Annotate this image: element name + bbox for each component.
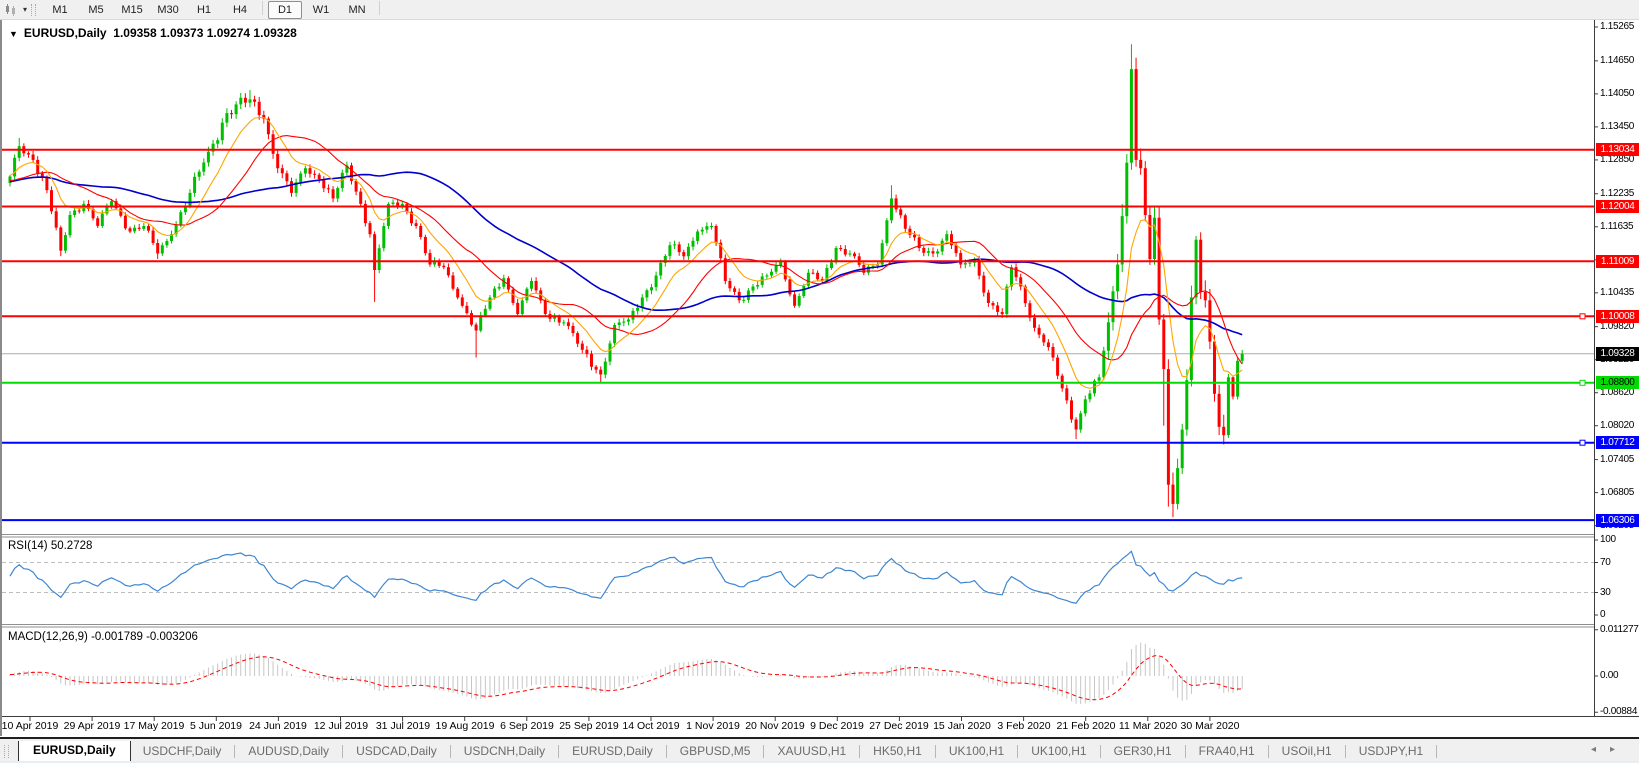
ma-fast-line <box>10 118 1242 389</box>
tab-separator <box>1345 745 1346 758</box>
tab-separator <box>234 745 235 758</box>
tab-separator <box>1268 745 1269 758</box>
timeframe-button-h1[interactable]: H1 <box>187 1 221 19</box>
tab-scroll-right-icon[interactable]: ▸ <box>1610 744 1629 755</box>
timeframe-button-m5[interactable]: M5 <box>79 1 113 19</box>
timeframe-button-m30[interactable]: M30 <box>151 1 185 19</box>
tab-separator <box>1185 745 1186 758</box>
macd-pane <box>10 643 1242 705</box>
timeframe-button-m1[interactable]: M1 <box>43 1 77 19</box>
chart-tabs-bar[interactable]: EURUSD,DailyUSDCHF,DailyAUDUSD,DailyUSDC… <box>0 737 1639 763</box>
tab-separator <box>935 745 936 758</box>
tab-usdcad-daily[interactable]: USDCAD,Daily <box>344 742 449 761</box>
tab-separator <box>859 745 860 758</box>
price-level-handle[interactable] <box>1580 440 1585 445</box>
rsi-line <box>10 551 1242 603</box>
toolbar-grip <box>31 4 36 16</box>
tab-ger30-h1[interactable]: GER30,H1 <box>1102 742 1184 761</box>
rsi-pane <box>2 551 1594 603</box>
timeframe-button-h4[interactable]: H4 <box>223 1 257 19</box>
chart-canvas[interactable] <box>0 0 1639 763</box>
tab-usdchf-daily[interactable]: USDCHF,Daily <box>131 742 234 761</box>
tab-separator <box>450 745 451 758</box>
tabs-holder: EURUSD,DailyUSDCHF,DailyAUDUSD,DailyUSDC… <box>12 741 1438 762</box>
tab-xauusd-h1[interactable]: XAUUSD,H1 <box>765 742 858 761</box>
tabbar-grip <box>4 745 9 758</box>
timeframe-button-m15[interactable]: M15 <box>115 1 149 19</box>
toolbar-separator <box>379 1 380 15</box>
tab-usoil-h1[interactable]: USOil,H1 <box>1270 742 1344 761</box>
timeframe-button-w1[interactable]: W1 <box>304 1 338 19</box>
tab-separator <box>763 745 764 758</box>
tab-uk100-h1[interactable]: UK100,H1 <box>937 742 1016 761</box>
tab-separator <box>558 745 559 758</box>
candlesticks <box>9 44 1244 517</box>
tab-separator <box>1100 745 1101 758</box>
tab-eurusd-daily[interactable]: EURUSD,Daily <box>560 742 665 761</box>
price-level-handle[interactable] <box>1580 380 1585 385</box>
tab-hk50-h1[interactable]: HK50,H1 <box>861 742 934 761</box>
price-level-handle[interactable] <box>1580 314 1585 319</box>
tab-separator <box>666 745 667 758</box>
tab-usdcnh-daily[interactable]: USDCNH,Daily <box>452 742 557 761</box>
mt4-window: ▾ M1M5M15M30H1H4D1W1MN ▼EURUSD,Daily 1.0… <box>0 0 1639 763</box>
ma-medium-line <box>10 136 1242 365</box>
tab-scroll-arrows: ◂▸ <box>1591 744 1629 755</box>
tab-usdjpy-h1[interactable]: USDJPY,H1 <box>1347 742 1435 761</box>
toolbar-separator <box>262 1 263 15</box>
tab-separator <box>1436 745 1437 758</box>
timeframe-button-mn[interactable]: MN <box>340 1 374 19</box>
moving-averages <box>10 118 1242 389</box>
periods-dropdown-arrow-icon[interactable]: ▾ <box>23 5 27 14</box>
timeframe-buttons: M1M5M15M30H1H4 D1W1MN <box>42 1 384 19</box>
tab-audusd-daily[interactable]: AUDUSD,Daily <box>236 742 341 761</box>
chart-periods-icon[interactable]: ▾ <box>4 3 27 17</box>
tab-separator <box>1017 745 1018 758</box>
tab-uk100-h1[interactable]: UK100,H1 <box>1019 742 1098 761</box>
tab-eurusd-daily[interactable]: EURUSD,Daily <box>18 741 131 762</box>
timeframe-button-d1[interactable]: D1 <box>268 1 302 19</box>
tab-separator <box>342 745 343 758</box>
tab-fra40-h1[interactable]: FRA40,H1 <box>1187 742 1267 761</box>
tab-scroll-left-icon[interactable]: ◂ <box>1591 744 1610 755</box>
timeframes-toolbar: ▾ M1M5M15M30H1H4 D1W1MN <box>0 0 1639 20</box>
tab-gbpusd-m5[interactable]: GBPUSD,M5 <box>668 742 763 761</box>
